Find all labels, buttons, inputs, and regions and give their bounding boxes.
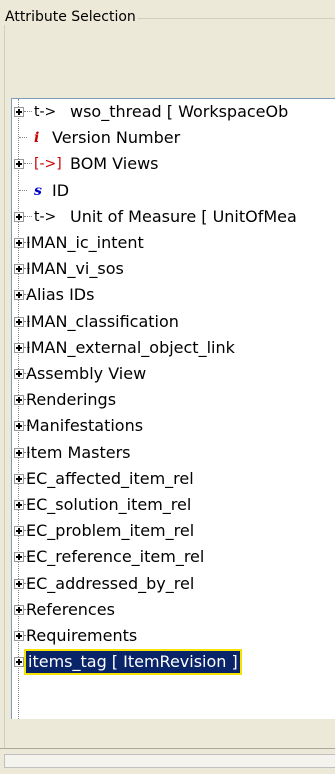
expand-icon[interactable]	[14, 369, 24, 379]
tree-item-label: EC_affected_item_rel	[26, 468, 194, 488]
tree-connector	[19, 189, 27, 192]
tree-item-label: IMAN_vi_sos	[26, 259, 124, 279]
tree-connector	[24, 215, 32, 218]
expand-icon[interactable]	[14, 395, 24, 406]
attribute-type-icon: [->]	[34, 156, 62, 173]
expand-icon[interactable]	[14, 500, 24, 510]
tree-item-label: IMAN_ic_intent	[26, 233, 144, 252]
tree-connector	[24, 163, 32, 165]
tree-guide-line	[18, 99, 20, 719]
tree-item-label: Unit of Measure [ UnitOfMea	[70, 206, 297, 226]
expand-icon[interactable]	[14, 631, 24, 641]
expand-icon[interactable]	[14, 604, 24, 615]
horizontal-scrollbar[interactable]	[0, 748, 335, 774]
tree-item-label: EC_problem_item_rel	[26, 521, 195, 541]
attribute-type-icon: t->	[34, 104, 57, 120]
tree-item-label: wso_thread [ WorkspaceOb	[70, 102, 289, 121]
expand-icon[interactable]	[14, 264, 24, 275]
attribute-type-icon: t->	[34, 208, 57, 225]
expand-icon[interactable]	[14, 316, 24, 327]
tree-item-label: Assembly View	[26, 364, 147, 383]
expand-icon[interactable]	[14, 578, 24, 589]
expand-icon[interactable]	[14, 473, 24, 484]
tree-item-label: ID	[52, 180, 70, 200]
tree-item-label: Alias IDs	[26, 285, 95, 305]
tree-item-label: IMAN_classification	[26, 311, 179, 331]
expand-icon[interactable]	[14, 159, 24, 170]
expand-icon[interactable]	[14, 421, 24, 432]
attribute-tree[interactable]: t-> wso_thread [ WorkspaceOb i Version Numb…	[11, 98, 335, 719]
scrollbar-track[interactable]	[4, 754, 335, 768]
expand-icon[interactable]	[14, 107, 24, 117]
tree-item-label: Version Number	[52, 128, 181, 148]
tree-item-label: EC_reference_item_rel	[26, 547, 205, 567]
expand-icon[interactable]	[14, 211, 24, 222]
expand-icon[interactable]	[14, 342, 24, 353]
expand-icon[interactable]	[14, 552, 24, 563]
tree-connector	[19, 137, 27, 139]
attribute-type-icon: i	[34, 130, 40, 147]
tree-item-label: Renderings	[26, 390, 117, 410]
tree-item-label: EC_solution_item_rel	[26, 495, 192, 514]
expand-icon[interactable]	[14, 657, 24, 668]
tree-item-label: Item Masters	[26, 442, 131, 462]
expand-icon[interactable]	[14, 238, 24, 248]
tree-item-label: Requirements	[26, 626, 138, 645]
tree-item-label: Manifestations	[26, 416, 144, 436]
tree-item-label: References	[26, 599, 115, 619]
tree-connector	[24, 111, 32, 113]
expand-icon[interactable]	[14, 290, 24, 301]
expand-icon[interactable]	[14, 526, 24, 537]
expand-icon[interactable]	[14, 447, 24, 458]
attribute-type-icon: s	[34, 182, 42, 199]
attribute-selection-title: Attribute Selection	[3, 9, 138, 25]
tree-item-label: items_tag [ ItemRevision ]	[24, 649, 242, 676]
tree-item-label: IMAN_external_object_link	[26, 337, 235, 357]
tree-item-label: BOM Views	[70, 154, 159, 174]
tree-item-label: EC_addressed_by_rel	[26, 573, 195, 593]
